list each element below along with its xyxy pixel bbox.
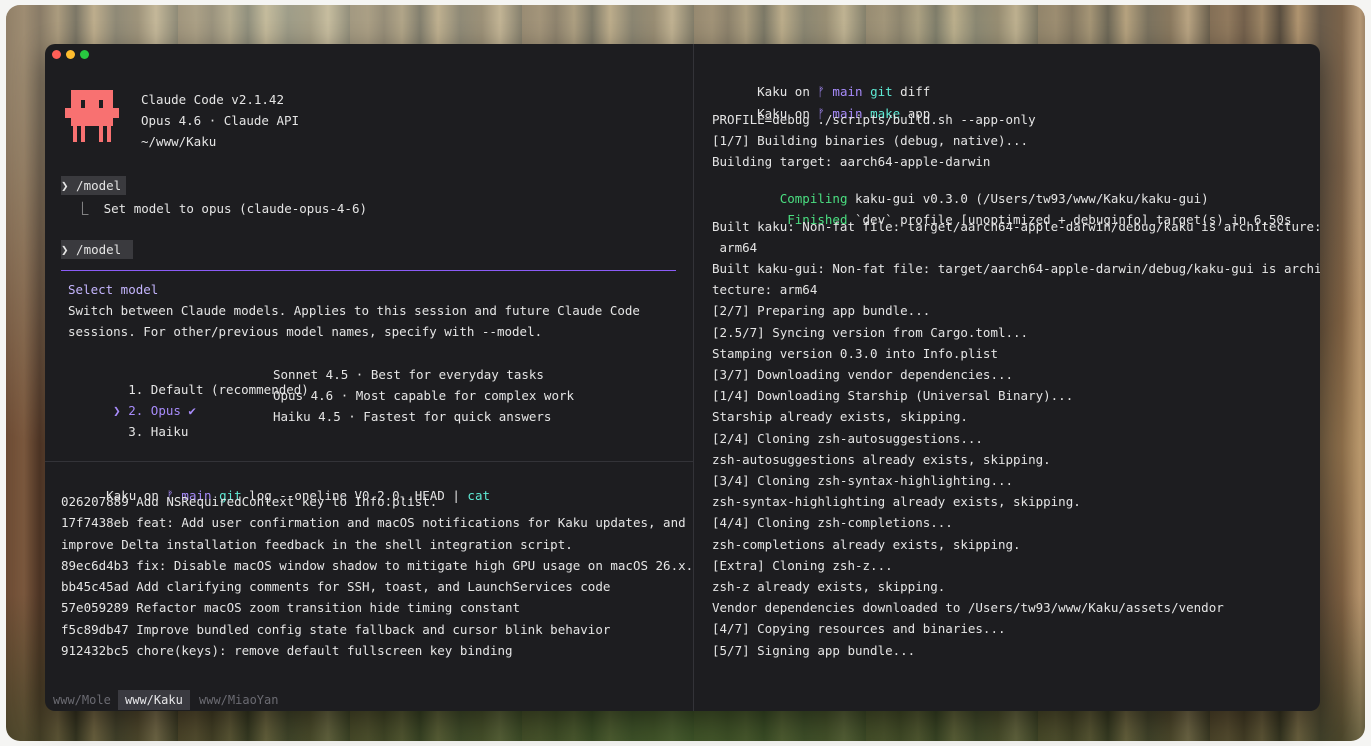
output-line: [Extra] Cloning zsh-z... — [712, 557, 893, 573]
output-line: Vendor dependencies downloaded to /Users… — [712, 600, 1224, 616]
output-line: [2/4] Cloning zsh-autosuggestions... — [712, 430, 983, 446]
option-pointer — [113, 424, 128, 439]
output-line: [3/7] Downloading vendor dependencies... — [712, 366, 1014, 382]
output-line: Built kaku-gui: Non-fat file: target/aar… — [712, 260, 1320, 276]
model-option-haiku[interactable]: 3. Haiku — [68, 409, 188, 454]
output-line: arm64 — [712, 239, 758, 255]
output-line: Built kaku: Non-fat file: target/aarch64… — [712, 218, 1320, 234]
command-input-model[interactable]: ❯ /model — [61, 240, 133, 259]
output-line: [1/4] Downloading Starship (Universal Bi… — [712, 388, 1074, 404]
option-description: Sonnet 4.5 · Best for everyday tasks — [273, 367, 544, 382]
log-line: 912432bc5 chore(keys): remove default fu… — [61, 643, 513, 658]
log-line: improve Delta installation feedback in t… — [61, 537, 573, 552]
option-description: Opus 4.6 · Most capable for complex work — [273, 388, 575, 403]
tab-bar: www/Mole www/Kaku www/MiaoYan — [45, 689, 693, 711]
output-line: zsh-autosuggestions already exists, skip… — [712, 451, 1051, 467]
log-line: 17f7438eb feat: Add user confirmation an… — [61, 515, 686, 530]
option-number: 3. — [128, 424, 151, 439]
app-version: Claude Code v2.1.42 — [141, 92, 284, 107]
output-line: zsh-syntax-highlighting already exists, … — [712, 494, 1081, 510]
log-line: 57e059289 Refactor macOS zoom transition… — [61, 600, 521, 615]
option-description: Haiku 4.5 · Fastest for quick answers — [273, 409, 552, 424]
log-line: bb45c45ad Add clarifying comments for SS… — [61, 579, 611, 594]
tab-www-mole[interactable]: www/Mole — [46, 690, 118, 710]
claude-code-pane[interactable]: Claude Code v2.1.42 Opus 4.6 · Claude AP… — [45, 44, 693, 461]
claude-logo-icon — [65, 90, 119, 142]
log-line: 89ec6d4b3 fix: Disable macOS window shad… — [61, 558, 694, 573]
output-line: Building target: aarch64-apple-darwin — [712, 154, 991, 169]
log-line: 026207889 Add NSRequiredContext key to I… — [61, 494, 438, 509]
output-line: zsh-z already exists, skipping. — [712, 578, 946, 594]
select-model-description-2: sessions. For other/previous model names… — [68, 324, 543, 339]
output-line: [5/7] Signing app bundle... — [712, 642, 916, 658]
select-model-description-1: Switch between Claude models. Applies to… — [68, 303, 640, 318]
output-line: [4/4] Cloning zsh-completions... — [712, 515, 953, 531]
command-history-model: ❯ /model — [61, 176, 126, 195]
build-output-pane[interactable]: Kaku on ᚠ main git diff Kaku on ᚠ main m… — [694, 44, 1320, 711]
terminal-window: Claude Code v2.1.42 Opus 4.6 · Claude AP… — [45, 44, 1320, 711]
output-line: [2/7] Preparing app bundle... — [712, 303, 931, 319]
command-pipe: cat — [467, 488, 490, 503]
separator-line — [61, 270, 676, 271]
output-line: tecture: arm64 — [712, 282, 818, 298]
output-line: zsh-completions already exists, skipping… — [712, 536, 1021, 552]
output-line: Stamping version 0.3.0 into Info.plist — [712, 345, 998, 361]
tab-www-miaoyan[interactable]: www/MiaoYan — [192, 690, 285, 710]
output-line: Starship already exists, skipping. — [712, 409, 968, 425]
output-line: [3/4] Cloning zsh-syntax-highlighting... — [712, 472, 1014, 488]
tab-www-kaku[interactable]: www/Kaku — [118, 690, 190, 710]
model-info: Opus 4.6 · Claude API — [141, 113, 300, 128]
output-line: [2.5/7] Syncing version from Cargo.toml.… — [712, 324, 1029, 340]
option-name: Haiku — [150, 424, 189, 439]
output-line: [4/7] Copying resources and binaries... — [712, 621, 1006, 637]
git-log-pane[interactable]: Kaku on ᚠ main git log --oneline V0.2.0.… — [45, 462, 693, 689]
select-model-title: Select model — [68, 282, 159, 297]
output-line: [1/7] Building binaries (debug, native).… — [712, 133, 1029, 148]
log-line: f5c89db47 Improve bundled config state f… — [61, 622, 611, 637]
working-directory: ~/www/Kaku — [141, 134, 217, 149]
output-line: PROFILE=debug ./scripts/build.sh --app-o… — [712, 112, 1036, 127]
command-result: ⎿ Set model to opus (claude-opus-4-6) — [61, 201, 367, 216]
